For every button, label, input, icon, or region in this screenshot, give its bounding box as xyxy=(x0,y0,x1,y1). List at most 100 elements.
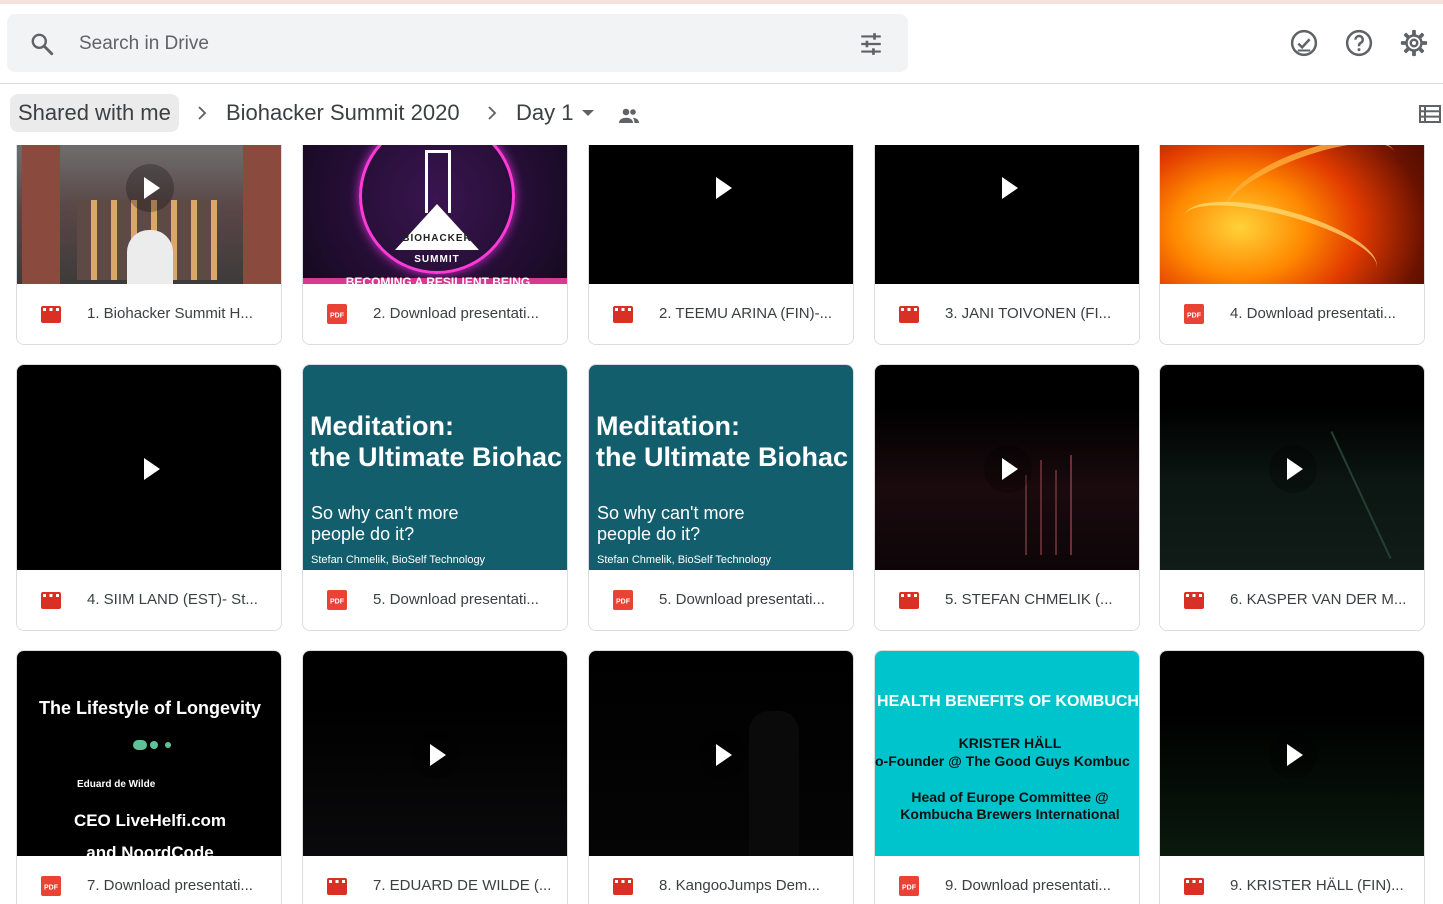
slide-subtitle: So why can't more xyxy=(311,503,459,523)
video-file-icon xyxy=(899,306,919,323)
svg-text:PDF: PDF xyxy=(44,885,59,892)
pdf-file-icon: PDF xyxy=(327,590,347,610)
svg-text:PDF: PDF xyxy=(330,313,345,320)
help-icon[interactable] xyxy=(1344,28,1374,58)
file-card[interactable]: 5. STEFAN CHMELIK (... xyxy=(874,364,1140,631)
file-card[interactable]: HEALTH BENEFITS OF KOMBUCH KRISTER HÄLL … xyxy=(874,650,1140,904)
play-icon[interactable] xyxy=(412,730,460,779)
slide-title: Meditation: xyxy=(310,411,454,441)
file-name: 3. JANI TOIVONEN (FI... xyxy=(945,305,1112,322)
play-icon[interactable] xyxy=(984,164,1032,212)
file-caption: 7. EDUARD DE WILDE (... xyxy=(303,856,567,904)
slide-title: HEALTH BENEFITS OF KOMBUCH xyxy=(877,693,1139,710)
file-name: 2. Download presentati... xyxy=(373,305,539,322)
slide-subtitle: people do it? xyxy=(597,524,701,544)
play-icon[interactable] xyxy=(698,730,746,779)
file-caption: 5. STEFAN CHMELIK (... xyxy=(875,570,1139,630)
file-card[interactable]: 6. KASPER VAN DER M... xyxy=(1159,364,1425,631)
logo-text: BIOHACKER xyxy=(402,233,472,244)
file-name: 6. KASPER VAN DER M... xyxy=(1230,591,1407,608)
slide-subtitle: people do it? xyxy=(311,524,415,544)
video-thumbnail xyxy=(589,651,853,858)
slide-subtitle: KRISTER HÄLL xyxy=(958,735,1062,751)
video-file-icon xyxy=(41,592,61,609)
video-thumbnail xyxy=(303,651,567,858)
search-input[interactable] xyxy=(77,28,841,60)
chevron-right-icon xyxy=(198,106,207,120)
svg-text:PDF: PDF xyxy=(330,599,345,606)
file-name: 9. KRISTER HÄLL (FIN)... xyxy=(1230,877,1404,894)
breadcrumb: Shared with me Biohacker Summit 2020 Day… xyxy=(0,84,1443,144)
slide-subtitle: Kombucha Brewers International xyxy=(900,806,1120,822)
file-card[interactable]: 7. EDUARD DE WILDE (... xyxy=(302,650,568,904)
slide-author: Eduard de Wilde xyxy=(77,779,156,790)
file-caption: 4. SIIM LAND (EST)- St... xyxy=(17,570,281,630)
pdf-thumbnail: Meditation: the Ultimate Biohac So why c… xyxy=(589,365,853,572)
play-icon[interactable] xyxy=(1269,730,1317,779)
pdf-thumbnail: The Lifestyle of Longevity Eduard de Wil… xyxy=(17,651,281,858)
file-name: 4. Download presentati... xyxy=(1230,305,1396,322)
video-file-icon xyxy=(327,878,347,895)
slide-title: the Ultimate Biohac xyxy=(596,442,849,472)
file-caption: 3. JANI TOIVONEN (FI... xyxy=(875,284,1139,344)
play-icon[interactable] xyxy=(126,444,174,493)
file-caption: PDF 4. Download presentati... xyxy=(1160,284,1424,344)
file-caption: 9. KRISTER HÄLL (FIN)... xyxy=(1160,856,1424,904)
ready-offline-icon[interactable] xyxy=(1289,28,1319,58)
file-name: 4. SIIM LAND (EST)- St... xyxy=(87,591,258,608)
play-icon[interactable] xyxy=(1269,444,1317,493)
file-card[interactable]: BIOHACKER SUMMIT BECOMING A RESILIENT BE… xyxy=(302,145,568,345)
video-file-icon xyxy=(41,306,61,323)
breadcrumb-current-folder[interactable]: Day 1 xyxy=(516,94,573,132)
file-caption: 8. KangooJumps Dem... xyxy=(589,856,853,904)
file-card[interactable]: Meditation: the Ultimate Biohac So why c… xyxy=(588,364,854,631)
file-card[interactable]: The Lifestyle of Longevity Eduard de Wil… xyxy=(16,650,282,904)
file-card[interactable]: 2. TEEMU ARINA (FIN)-... xyxy=(588,145,854,345)
video-thumbnail xyxy=(1160,651,1424,858)
play-icon[interactable] xyxy=(126,164,174,212)
breadcrumb-shared-with-me[interactable]: Shared with me xyxy=(10,94,179,132)
pdf-thumbnail: HEALTH BENEFITS OF KOMBUCH KRISTER HÄLL … xyxy=(875,651,1139,858)
file-caption: 1. Biohacker Summit H... xyxy=(17,284,281,344)
file-name: 5. STEFAN CHMELIK (... xyxy=(945,591,1113,608)
shared-folder-people-icon[interactable] xyxy=(617,104,641,128)
file-card[interactable]: 4. SIIM LAND (EST)- St... xyxy=(16,364,282,631)
slide-title: The Lifestyle of Longevity xyxy=(38,698,262,718)
pdf-file-icon: PDF xyxy=(613,590,633,610)
file-card[interactable]: 3. JANI TOIVONEN (FI... xyxy=(874,145,1140,345)
video-file-icon xyxy=(613,878,633,895)
slide-author: Stefan Chmelik, BioSelf Technology xyxy=(311,554,486,566)
file-grid: 1. Biohacker Summit H... BIOHACKER SUMMI… xyxy=(0,145,1443,904)
list-view-icon[interactable] xyxy=(1418,102,1442,126)
file-card[interactable]: PDF 4. Download presentati... xyxy=(1159,145,1425,345)
play-icon[interactable] xyxy=(698,164,746,212)
pdf-file-icon: PDF xyxy=(327,304,347,324)
file-card[interactable]: Meditation: the Ultimate Biohac So why c… xyxy=(302,364,568,631)
video-thumbnail xyxy=(875,365,1139,572)
file-card[interactable]: 8. KangooJumps Dem... xyxy=(588,650,854,904)
dropdown-arrow-icon[interactable] xyxy=(579,106,597,120)
breadcrumb-biohacker-summit-2020[interactable]: Biohacker Summit 2020 xyxy=(226,94,460,132)
pdf-file-icon: PDF xyxy=(41,876,61,896)
slide-title: the Ultimate Biohac xyxy=(310,442,563,472)
file-card[interactable]: 9. KRISTER HÄLL (FIN)... xyxy=(1159,650,1425,904)
settings-gear-icon[interactable] xyxy=(1399,28,1429,58)
search-icon[interactable] xyxy=(29,31,55,57)
file-name: 9. Download presentati... xyxy=(945,877,1111,894)
video-file-icon xyxy=(1184,592,1204,609)
video-thumbnail xyxy=(1160,365,1424,572)
play-icon[interactable] xyxy=(984,444,1032,493)
slide-subtitle: o-Founder @ The Good Guys Kombuc xyxy=(875,753,1130,769)
video-file-icon xyxy=(899,592,919,609)
slide-subtitle: Head of Europe Committee @ xyxy=(911,789,1109,805)
search-bar[interactable] xyxy=(7,14,908,72)
search-options-icon[interactable] xyxy=(858,31,884,57)
slide-subtitle: CEO LiveHelfi.com xyxy=(73,811,227,830)
file-card[interactable]: 1. Biohacker Summit H... xyxy=(16,145,282,345)
svg-text:PDF: PDF xyxy=(902,885,917,892)
file-caption: PDF 5. Download presentati... xyxy=(589,570,853,630)
file-name: 5. Download presentati... xyxy=(659,591,825,608)
file-name: 7. Download presentati... xyxy=(87,877,253,894)
file-name: 7. EDUARD DE WILDE (... xyxy=(373,877,552,894)
file-caption: PDF 9. Download presentati... xyxy=(875,856,1139,904)
